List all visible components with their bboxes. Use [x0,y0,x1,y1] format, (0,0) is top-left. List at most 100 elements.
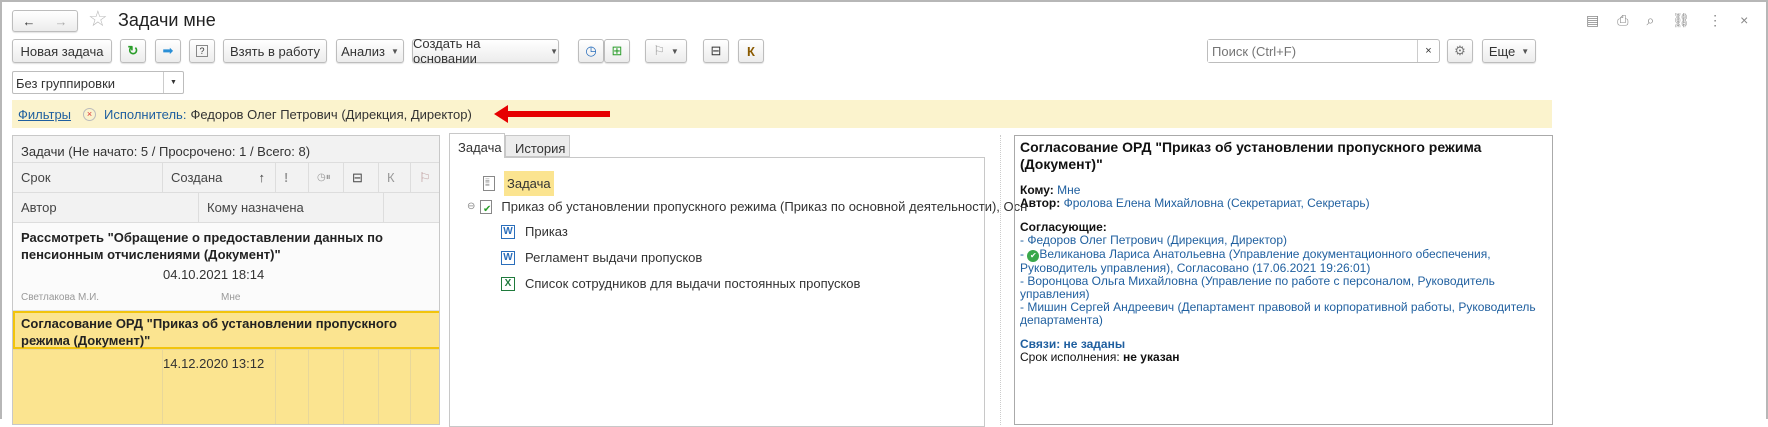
file-label: Список сотрудников для выдачи постоянных… [525,276,861,291]
author-value[interactable]: Фролова Елена Михайловна (Секретариат, С… [1064,196,1370,210]
create-based-button[interactable]: Создать на основании ▼ [412,36,559,66]
page-title: Задачи мне [118,10,216,30]
save-icon[interactable]: ▤ [1586,12,1599,29]
flag-icon: ⚐ [419,169,431,185]
forward-task-button[interactable]: ➡ [155,39,181,63]
to-label: Кому: [1020,183,1054,197]
refresh-icon: ↻ [127,43,139,58]
close-icon[interactable]: × [1740,12,1748,29]
table-row[interactable]: Рассмотреть "Обращение о предоставлении … [13,223,439,311]
caret-down-icon: ▼ [550,46,558,56]
window-actions: ▤ ⎙ ⌕ ⛓ ⋮ × [1586,12,1748,29]
approver-prefix: - [1020,247,1028,261]
grouping-value: Без группировки [16,76,116,91]
caret-down-icon: ▼ [670,46,679,56]
column-blank [384,193,439,223]
column-status[interactable]: ◷⏸ [309,163,344,193]
collapse-icon[interactable]: ⊖ [467,201,475,212]
splitter[interactable] [1000,135,1001,425]
link-icon[interactable]: ⛓ [1672,12,1690,29]
column-assignee-label: Кому назначена [207,200,304,215]
tab-history[interactable]: История [505,135,570,157]
refresh-button[interactable]: ↻ [120,39,146,63]
filters-link[interactable]: Фильтры [18,107,71,122]
control-button[interactable]: К [738,39,764,63]
add-grid-icon: ⊞ [611,43,623,58]
filter-label[interactable]: Исполнитель: [104,107,186,122]
word-file-icon: W [501,224,515,239]
row-author: Светлакова М.И. [21,292,100,303]
clock-icon: ◷ [585,43,597,58]
question-icon: ? [196,45,208,57]
column-flag[interactable]: ⚐ [411,163,439,193]
column-assignee[interactable]: Кому назначена [199,193,384,223]
analysis-button[interactable]: Анализ ▼ [336,39,404,63]
column-author[interactable]: Автор [13,193,199,223]
list-summary: Задачи (Не начато: 5 / Просрочено: 1 / В… [13,136,439,163]
take-label: Взять в работу [230,43,320,59]
back-arrow-icon[interactable]: ← [23,14,36,29]
detail-title: Согласование ОРД "Приказ об установлении… [1020,139,1482,172]
deadline-button[interactable]: ◷ [578,39,604,63]
forward-arrow-icon[interactable]: → [55,14,68,29]
caret-down-icon: ▼ [390,46,399,56]
settings-button[interactable]: ⚙ [1447,39,1473,63]
approved-document-icon: ✔ [480,199,493,215]
row-title: Рассмотреть "Обращение о предоставлении … [21,230,383,262]
column-created[interactable]: Создана ↑ [163,163,276,193]
table-row-selected[interactable]: Согласование ОРД "Приказ об установлении… [13,311,439,424]
preview-icon[interactable]: ⌕ [1646,12,1654,29]
flag-button[interactable]: ⚐ ▼ [645,39,687,63]
tab-task-label: Задача [458,140,502,155]
tree-document-label: Приказ об установлении пропускного режим… [501,199,1028,214]
excel-file-icon: X [501,276,515,291]
column-deadline[interactable]: Срок [13,163,163,193]
tree-icon: ⊟ [710,43,722,58]
task-tree-panel: ≡ ≡ Задача ⊖ ✔ Приказ об установлении про… [449,157,1027,427]
new-task-button[interactable]: Новая задача [12,39,112,63]
tree-item-document[interactable]: ⊖ ✔ Приказ об установлении пропускного р… [467,199,1028,215]
tree-button[interactable]: ⊟ [703,39,729,63]
create-based-label: Создать на основании [413,36,481,66]
grouping-select[interactable]: Без группировки ▼ [12,71,184,94]
more-button[interactable]: Еще ▼ [1482,39,1536,63]
add-subtask-button[interactable]: ⊞ [604,39,630,63]
row-title: Согласование ОРД "Приказ об установлении… [21,316,397,348]
tab-task[interactable]: Задача [449,133,505,158]
analysis-label: Анализ [341,43,385,59]
flag-icon: ⚐ [653,43,665,58]
column-importance[interactable]: ! [276,163,309,193]
remove-filter-icon[interactable]: × [83,107,97,121]
more-vertical-icon[interactable]: ⋮ [1708,12,1722,29]
arrow-right-icon: ➡ [162,43,174,58]
tree-item-task[interactable]: ≡ ≡ Задача [483,171,554,196]
approver-item[interactable]: - Мишин Сергей Андреевич (Департамент пр… [1020,301,1547,327]
favorite-star-icon[interactable]: ☆ [88,6,108,32]
tree-item-file[interactable]: W Регламент выдачи пропусков [501,250,702,265]
row-created: 04.10.2021 18:14 [163,267,265,282]
approver-item[interactable]: - ✔ Великанова Лариса Анатольевна (Управл… [1020,248,1547,275]
deadline-label: Срок исполнения: [1020,350,1120,364]
document-icon: ≡ ≡ [483,176,495,191]
column-control[interactable]: К [379,163,411,193]
caret-down-icon: ▼ [1521,46,1530,56]
deadline-value: не указан [1123,350,1180,364]
sort-asc-icon: ↑ [258,170,266,185]
approver-item[interactable]: - Воронцова Ольга Михайловна (Управление… [1020,275,1547,301]
tree-item-file[interactable]: W Приказ [501,224,568,239]
tree-item-file[interactable]: X Список сотрудников для выдачи постоянны… [501,276,860,291]
exclamation-icon: ! [284,170,289,185]
approver-item[interactable]: - Федоров Олег Петрович (Дирекция, Дирек… [1020,234,1547,247]
column-author-label: Автор [21,200,57,215]
take-to-work-button[interactable]: Взять в работу [223,39,327,63]
column-tree[interactable]: ⊟ [344,163,379,193]
to-value[interactable]: Мне [1057,183,1080,197]
approver-text: Великанова Лариса Анатольевна (Управлени… [1020,247,1491,275]
red-arrow-icon [493,105,610,123]
clear-search-icon[interactable]: × [1417,40,1439,62]
print-icon[interactable]: ⎙ [1617,12,1628,29]
column-deadline-label: Срок [21,170,51,185]
gear-icon: ⚙ [1454,43,1466,58]
search-input[interactable] [1208,40,1417,62]
help-button[interactable]: ? [189,39,215,63]
